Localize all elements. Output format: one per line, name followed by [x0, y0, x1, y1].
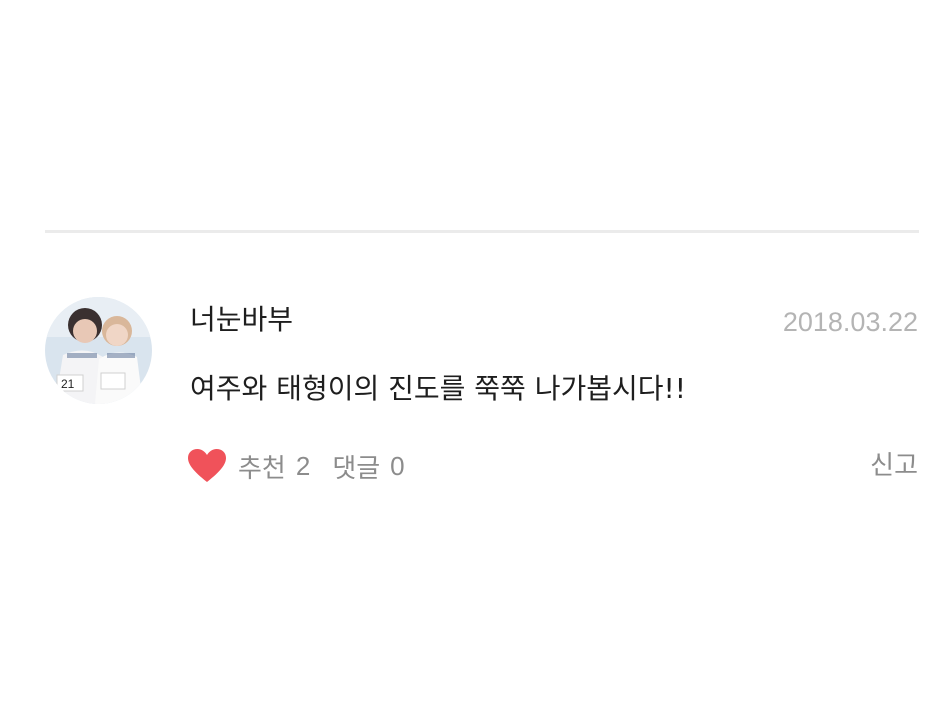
heart-icon [188, 449, 226, 483]
like-label: 추천 [238, 453, 286, 484]
svg-text:21: 21 [61, 377, 75, 391]
avatar-photo: 21 [45, 297, 152, 404]
like-button[interactable]: 추천 2 [188, 448, 310, 485]
comment-author[interactable]: 너눈바부 [190, 300, 293, 340]
section-divider [45, 230, 919, 233]
comment-actions: 추천 2 댓글 0 [188, 446, 405, 486]
avatar[interactable]: 21 [45, 297, 152, 404]
like-count: 2 [295, 450, 311, 481]
reply-count: 0 [390, 450, 405, 481]
comment-date: 2018.03.22 [782, 307, 918, 337]
reply-label: 댓글 [332, 453, 381, 484]
reply-button[interactable]: 댓글 0 [332, 448, 404, 485]
comment-text: 여주와 태형이의 진도를 쭉쭉 나가봅시다!! [190, 372, 686, 405]
report-button[interactable]: 신고 [870, 446, 918, 486]
